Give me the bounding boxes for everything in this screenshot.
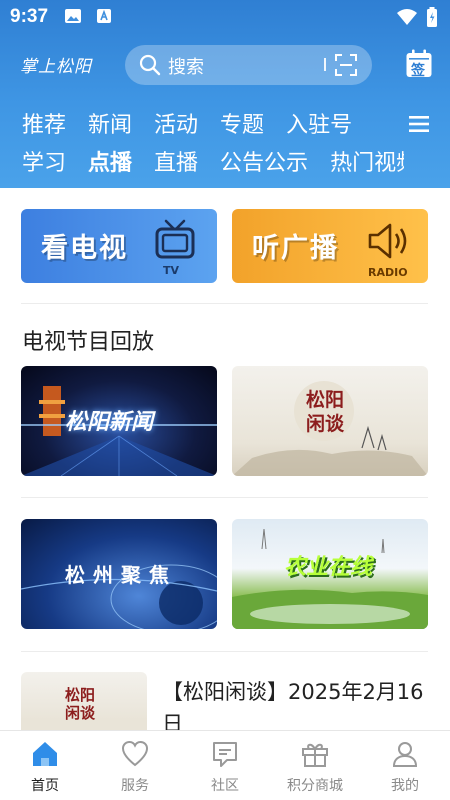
- tab-row-secondary: 学习 点播 直播 公告公示 热门视频: [22, 145, 404, 177]
- program-caption: 松阳闲谈: [306, 389, 345, 435]
- heart-icon: [121, 740, 149, 768]
- program-caption: 农业在线: [284, 555, 373, 580]
- nav-label: 我的: [391, 778, 419, 794]
- tab-activities[interactable]: 活动: [154, 107, 198, 139]
- scan-icon[interactable]: [335, 54, 357, 80]
- tab-news[interactable]: 新闻: [88, 107, 132, 139]
- program-card[interactable]: 松阳闲谈: [232, 366, 428, 476]
- app-header: 9:37 掌上松阳 搜索 签 推荐 新闻 活动 专题 入驻号 学习 点播 直播 …: [0, 0, 450, 188]
- status-bar: 9:37: [0, 0, 450, 34]
- row-divider: [21, 651, 428, 652]
- nav-label: 服务: [121, 778, 149, 794]
- nav-home[interactable]: 首页: [0, 731, 90, 800]
- gift-icon: [301, 740, 329, 768]
- tab-row-primary: 推荐 新闻 活动 专题 入驻号: [22, 107, 374, 139]
- search-bar[interactable]: 搜索: [125, 45, 372, 85]
- tab-topics[interactable]: 专题: [220, 107, 264, 139]
- nav-points-mall[interactable]: 积分商城: [270, 731, 360, 800]
- episode-list-item[interactable]: 松阳闲谈 【松阳闲谈】2025年2月16日: [21, 672, 428, 736]
- tab-live[interactable]: 直播: [154, 145, 198, 177]
- listen-radio-label: 听广播: [252, 233, 339, 264]
- tab-study[interactable]: 学习: [22, 145, 66, 177]
- tab-hot-videos[interactable]: 热门视频: [330, 145, 404, 177]
- signin-label: 签: [411, 63, 425, 79]
- signin-button[interactable]: 签: [405, 49, 433, 79]
- tab-accounts[interactable]: 入驻号: [286, 107, 352, 139]
- media-banners: 看电视 TV 听广播 RADIO: [21, 209, 428, 283]
- home-icon: [31, 740, 59, 768]
- program-card[interactable]: 农业在线: [232, 519, 428, 629]
- status-time: 9:37: [10, 6, 49, 27]
- keyboard-a-icon: [96, 8, 112, 28]
- episode-thumb-caption: 松阳闲谈: [65, 686, 96, 722]
- wifi-icon: [396, 8, 418, 30]
- tv-sub-label: TV: [163, 264, 180, 277]
- program-caption: 松阳新闻: [65, 410, 154, 435]
- app-logo: 掌上松阳: [20, 57, 92, 77]
- search-placeholder: 搜索: [168, 57, 204, 78]
- episode-thumbnail: 松阳闲谈: [21, 672, 147, 732]
- tab-on-demand[interactable]: 点播: [88, 145, 132, 177]
- tv-icon: [154, 219, 196, 267]
- nav-label: 社区: [211, 778, 239, 794]
- program-card[interactable]: 松州聚焦: [21, 519, 217, 629]
- search-divider: [324, 58, 326, 71]
- radio-sub-label: RADIO: [368, 266, 408, 279]
- watch-tv-label: 看电视: [41, 233, 128, 264]
- speaker-icon: [366, 221, 410, 265]
- row-divider: [21, 497, 428, 498]
- bottom-nav: 首页 服务 社区 积分商城 我的: [0, 730, 450, 800]
- tab-recommend[interactable]: 推荐: [22, 107, 66, 139]
- search-icon: [139, 54, 161, 80]
- program-caption: 松州聚焦: [65, 563, 177, 587]
- user-icon: [391, 740, 419, 768]
- chat-icon: [211, 740, 239, 768]
- listen-radio-banner[interactable]: 听广播 RADIO: [232, 209, 428, 283]
- nav-community[interactable]: 社区: [180, 731, 270, 800]
- menu-icon[interactable]: [409, 115, 429, 137]
- tab-announcements[interactable]: 公告公示: [220, 145, 308, 177]
- program-card[interactable]: 松阳新闻: [21, 366, 217, 476]
- nav-profile[interactable]: 我的: [360, 731, 450, 800]
- watch-tv-banner[interactable]: 看电视 TV: [21, 209, 217, 283]
- nav-label: 首页: [31, 778, 59, 794]
- battery-icon: [426, 7, 438, 31]
- section-title: 电视节目回放: [22, 330, 155, 355]
- nav-service[interactable]: 服务: [90, 731, 180, 800]
- gallery-icon: [64, 8, 82, 28]
- nav-label: 积分商城: [287, 778, 343, 794]
- section-divider: [21, 303, 428, 304]
